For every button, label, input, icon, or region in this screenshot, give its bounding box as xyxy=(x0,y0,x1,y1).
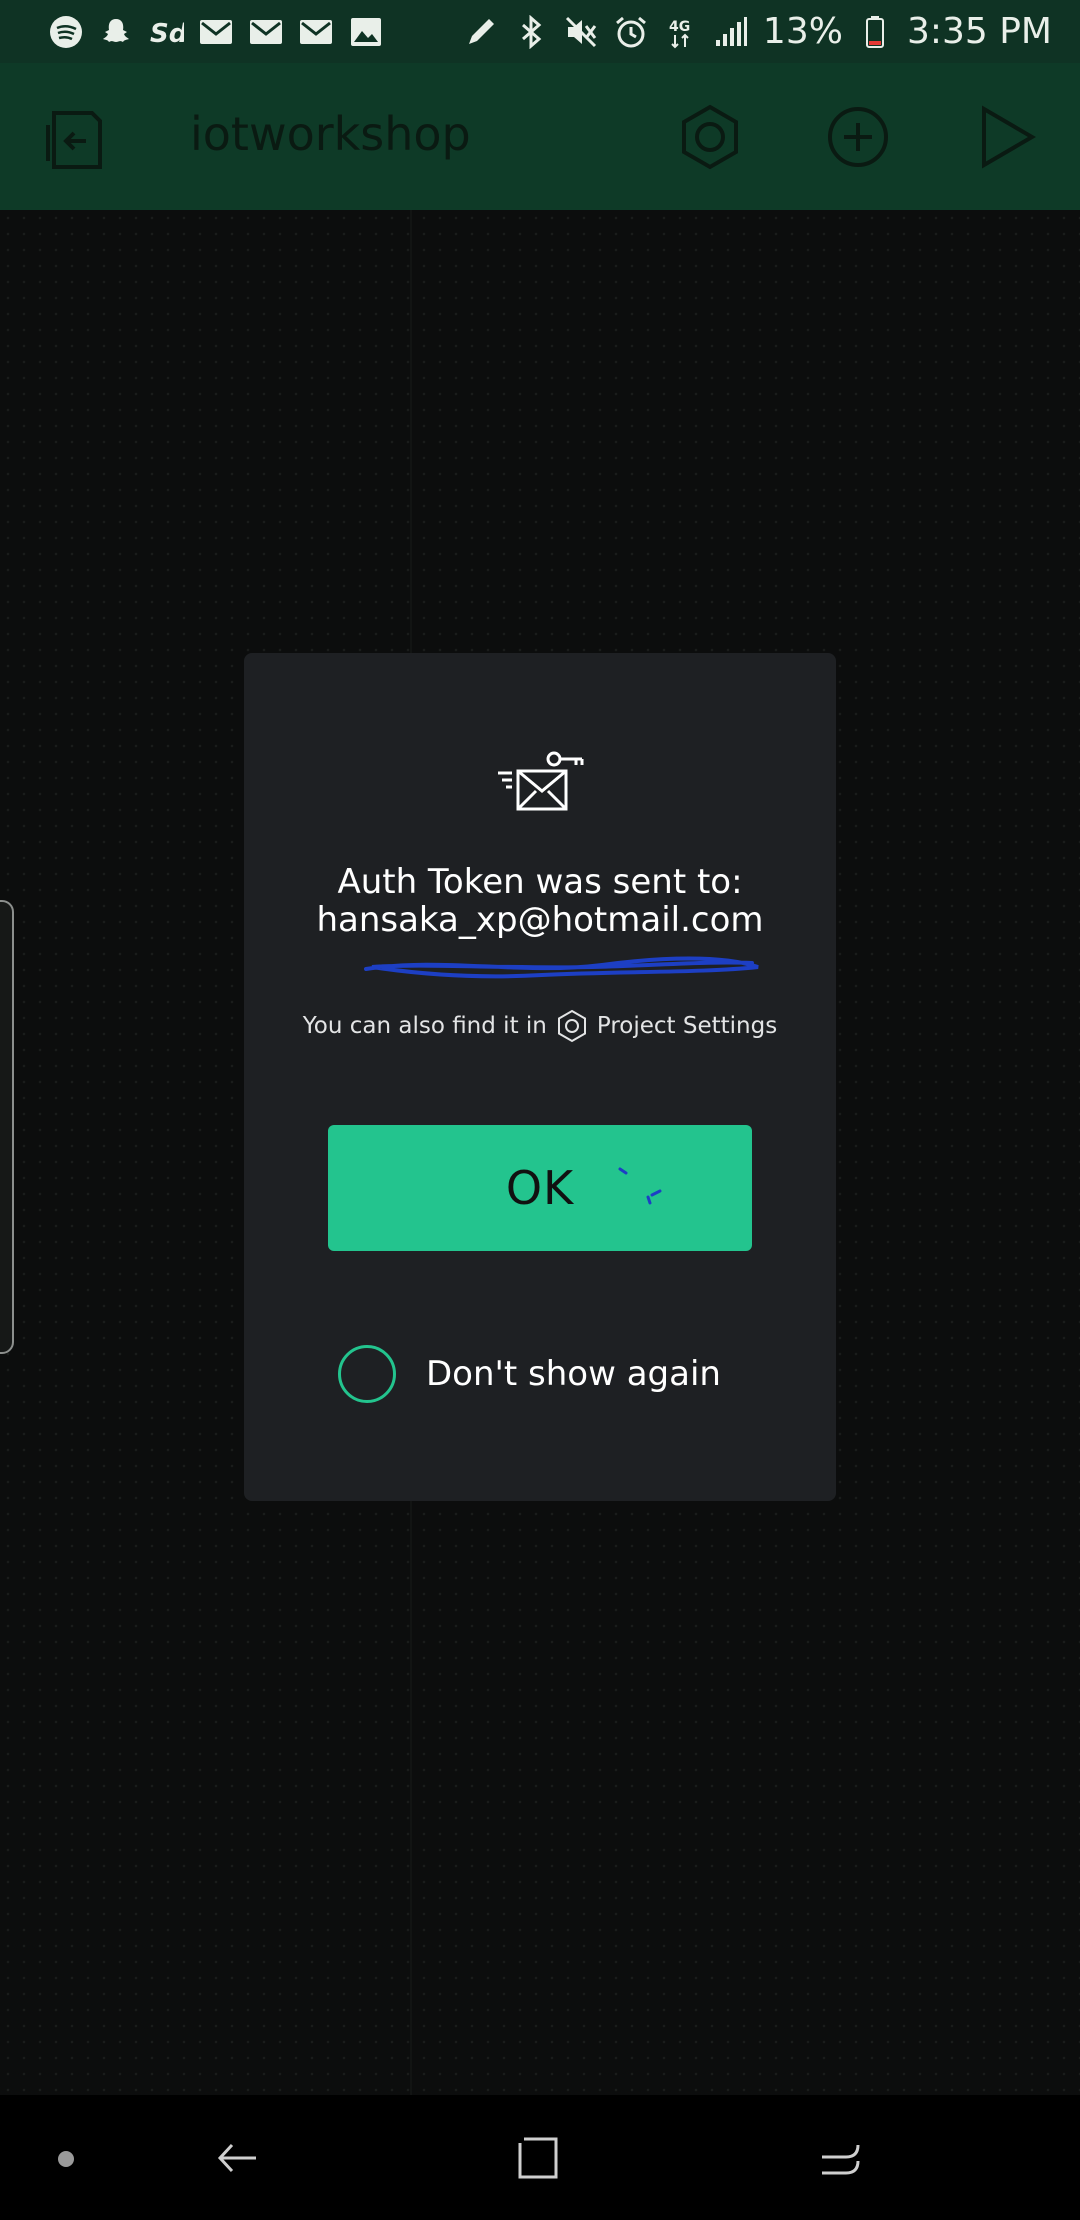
bluetooth-icon xyxy=(513,14,549,50)
dont-show-again-option[interactable]: Don't show again xyxy=(338,1345,721,1403)
4g-icon: 4G xyxy=(663,14,699,50)
status-bar-notifications: Sd xyxy=(48,14,384,50)
hint-prefix: You can also find it in xyxy=(302,1013,547,1039)
battery-icon xyxy=(857,14,893,50)
ok-button[interactable]: OK xyxy=(328,1125,752,1251)
dont-show-again-radio[interactable] xyxy=(338,1345,396,1403)
mute-icon xyxy=(563,14,599,50)
spotify-icon xyxy=(48,14,84,50)
auth-token-dialog: Auth Token was sent to: hansaka_xp@hotma… xyxy=(244,653,836,1501)
gmail-icon xyxy=(248,14,284,50)
status-bar: Sd 4G 13% 3:35 PM xyxy=(0,0,1080,63)
add-widget-icon[interactable] xyxy=(822,101,894,173)
gallery-icon xyxy=(348,14,384,50)
email-key-icon xyxy=(496,749,586,815)
gmail-icon xyxy=(198,14,234,50)
back-to-projects-icon[interactable] xyxy=(40,105,110,175)
pen-icon xyxy=(463,14,499,50)
dialog-title: Auth Token was sent to: xyxy=(337,862,743,902)
gmail-icon xyxy=(298,14,334,50)
dont-show-again-label: Don't show again xyxy=(426,1354,721,1394)
svg-text:Sd: Sd xyxy=(150,19,184,49)
back-icon[interactable] xyxy=(212,2133,262,2183)
settings-hex-icon xyxy=(555,1009,589,1043)
app-toolbar: iotworkshop xyxy=(0,63,1080,210)
navigation-bar xyxy=(0,2095,1080,2220)
ok-button-label: OK xyxy=(505,1161,575,1215)
project-settings-icon[interactable] xyxy=(674,101,746,173)
dialog-hint: You can also find it in Project Settings xyxy=(244,1009,836,1043)
signal-icon xyxy=(713,14,749,50)
clock: 3:35 PM xyxy=(906,11,1052,52)
svg-text:4G: 4G xyxy=(669,19,690,35)
alarm-icon xyxy=(613,14,649,50)
project-settings-link[interactable]: Project Settings xyxy=(597,1013,777,1039)
redaction-scribble xyxy=(364,956,759,979)
project-title: iotworkshop xyxy=(190,107,471,161)
status-bar-system: 4G 13% 3:35 PM xyxy=(463,11,1052,52)
recent-apps-icon[interactable] xyxy=(816,2133,866,2183)
play-icon[interactable] xyxy=(970,101,1042,173)
widget-drawer-handle[interactable] xyxy=(0,900,14,1354)
sd-icon: Sd xyxy=(148,14,184,50)
dialog-email: hansaka_xp@hotmail.com xyxy=(316,900,764,940)
snapchat-icon xyxy=(98,14,134,50)
home-icon[interactable] xyxy=(514,2133,564,2183)
pen-mark xyxy=(618,1167,662,1205)
battery-percent: 13% xyxy=(762,11,843,52)
nav-dot-icon[interactable] xyxy=(58,2151,74,2167)
